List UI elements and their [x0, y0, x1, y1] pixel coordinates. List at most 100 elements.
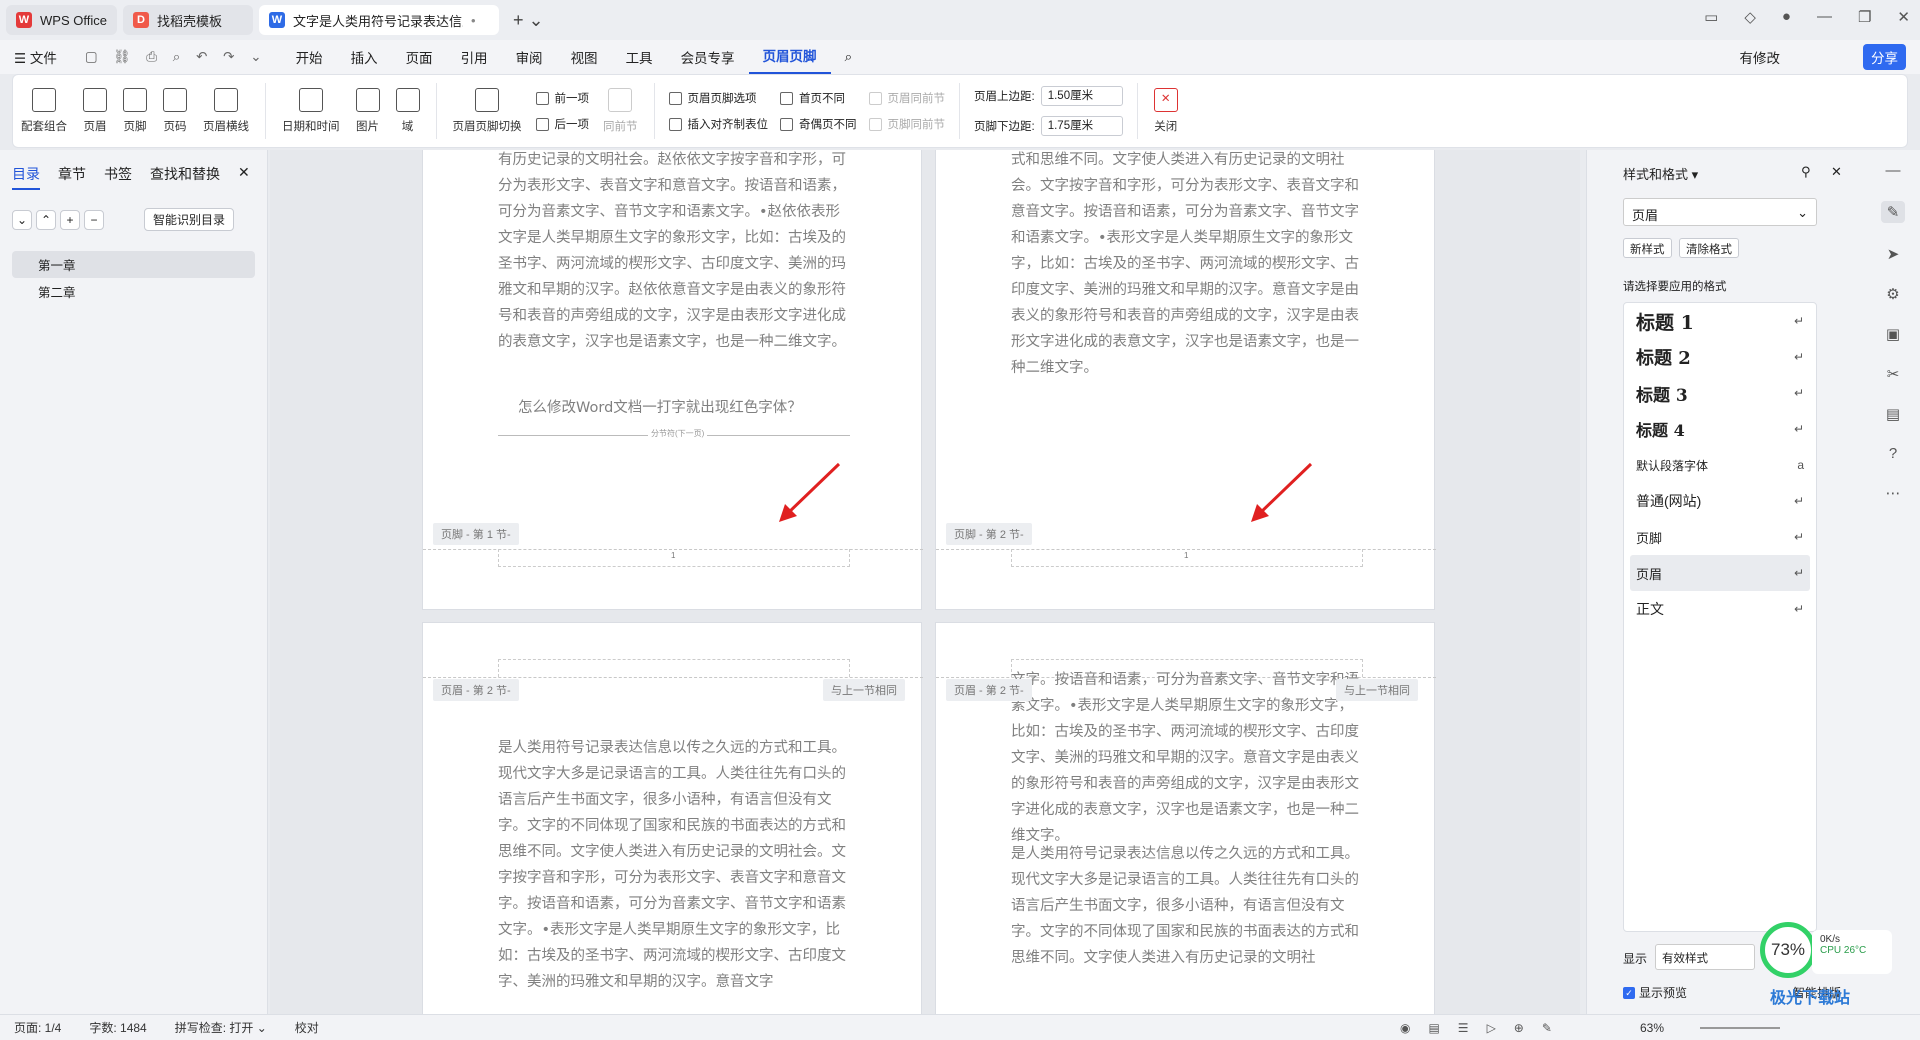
more-icon[interactable]: ⋯ [1886, 484, 1901, 502]
view-mode-icons[interactable]: ◉▤☰▷⊕✎ [1400, 1021, 1570, 1035]
minimize-pane-icon[interactable]: — [1886, 162, 1901, 179]
menu-review[interactable]: 审阅 [502, 47, 557, 67]
footer-button[interactable]: 页脚 [115, 88, 155, 134]
collapse-icon[interactable]: ⌃ [36, 209, 56, 230]
page4-body-2[interactable]: 是人类用符号记录表达信息以传之久远的方式和工具。现代文字大多是记录语言的工具。人… [1011, 841, 1363, 971]
page1-question[interactable]: 怎么修改Word文档一打字就出现红色字体？ [518, 395, 858, 421]
insert-tab-stop-button[interactable]: 插入对齐制表位 [668, 116, 768, 132]
tab-docer[interactable]: D 找稻壳模板 [122, 5, 253, 35]
odd-even-diff-checkbox[interactable]: 奇偶页不同 [780, 116, 857, 132]
picture-button[interactable]: 图片 [348, 88, 388, 134]
avatar[interactable]: ● [1782, 8, 1791, 26]
current-style-select[interactable]: 页眉 ⌄ [1623, 198, 1817, 226]
toc-item-chapter1[interactable]: 第一章 [12, 251, 255, 278]
prev-item-button[interactable]: 前一项 [535, 90, 589, 106]
header-line-button[interactable]: 页眉横线 [195, 88, 257, 134]
menu-tools[interactable]: 工具 [612, 47, 667, 67]
page-number-button[interactable]: 页码 [155, 88, 195, 134]
word-count[interactable]: 字数: 1484 [75, 1019, 160, 1036]
new-style-button[interactable]: 新样式 [1623, 238, 1672, 258]
close-icon[interactable]: ✕ [1897, 8, 1910, 26]
styles-pane-title[interactable]: 样式和格式 ▾ [1623, 164, 1698, 183]
footer-same-prev-checkbox[interactable]: 页脚同前节 [868, 116, 945, 132]
style-pen-icon[interactable]: ✎ [1880, 201, 1906, 223]
pin-icon[interactable]: ⚲ [1801, 164, 1811, 180]
add-icon[interactable]: + [60, 209, 80, 230]
restore-icon[interactable]: ❐ [1858, 8, 1871, 26]
style-header[interactable]: 页眉 ↵ [1630, 555, 1810, 591]
close-header-footer-button[interactable]: ✕ 关闭 [1146, 88, 1186, 134]
tab-chapters[interactable]: 章节 [58, 164, 86, 190]
toc-item-chapter2[interactable]: 第二章 [0, 278, 267, 305]
close-pane-icon[interactable]: ✕ [1831, 164, 1842, 180]
menu-reference[interactable]: 引用 [447, 47, 502, 67]
show-select[interactable]: 有效样式 [1655, 944, 1755, 970]
menu-start[interactable]: 开始 [282, 47, 337, 67]
header-footer-options-button[interactable]: 页眉页脚选项 [668, 90, 769, 106]
combo-button[interactable]: 配套组合 [13, 88, 75, 134]
top-margin-input[interactable]: 1.50厘米 [1040, 86, 1123, 106]
menu-page[interactable]: 页面 [392, 47, 447, 67]
page-indicator[interactable]: 页面: 1/4 [0, 1019, 75, 1036]
search-icon[interactable]: ⌕ [831, 49, 867, 65]
proofread[interactable]: 校对 [281, 1019, 333, 1036]
file-menu[interactable]: ☰ 文件 [0, 47, 71, 67]
page1-number[interactable]: 1 [671, 551, 675, 560]
page1-body[interactable]: 有历史记录的文明社会。赵依依文字按字音和字形，可分为表形文字、表音文字和意音文字… [498, 150, 850, 355]
close-pane-icon[interactable]: ✕ [238, 164, 250, 190]
page3-header-box[interactable] [498, 659, 850, 677]
tab-bookmarks[interactable]: 书签 [104, 164, 132, 190]
header-same-prev-checkbox[interactable]: 页眉同前节 [868, 90, 945, 106]
preview-checkbox[interactable]: ✓ 显示预览 [1623, 984, 1687, 1001]
field-button[interactable]: 域 [388, 88, 428, 134]
tools-icon[interactable]: ✂ [1887, 365, 1900, 383]
menu-insert[interactable]: 插入 [337, 47, 392, 67]
spell-check[interactable]: 拼写检查: 打开 ⌄ [161, 1019, 281, 1036]
header-footer-switch-button[interactable]: 页眉页脚切换 [445, 88, 530, 134]
style-heading-4[interactable]: 标题 4 ↵ [1624, 411, 1816, 447]
tab-document[interactable]: W文字是人类用符号记录表达信息以• [258, 5, 499, 35]
close-tab-icon[interactable]: • [471, 13, 476, 28]
page2-number[interactable]: 1 [1184, 551, 1188, 560]
menu-view[interactable]: 视图 [557, 47, 612, 67]
menu-header-footer[interactable]: 页眉页脚 [748, 40, 831, 74]
image-icon[interactable]: ▣ [1886, 325, 1900, 343]
page3-body[interactable]: 是人类用符号记录表达信息以传之久远的方式和工具。现代文字大多是记录语言的工具。人… [498, 735, 850, 995]
zoom-slider[interactable] [1700, 1027, 1780, 1029]
bottom-margin-input[interactable]: 1.75厘米 [1040, 116, 1123, 136]
tab-toc[interactable]: 目录 [12, 164, 40, 190]
menu-member[interactable]: 会员专享 [667, 47, 749, 67]
page2-body[interactable]: 式和思维不同。文字使人类进入有历史记录的文明社会。文字按字音和字形，可分为表形文… [1011, 150, 1363, 381]
minimize-icon[interactable]: — [1817, 8, 1832, 26]
share-button[interactable]: 分享 [1863, 44, 1906, 70]
clear-format-button[interactable]: 清除格式 [1679, 238, 1739, 258]
style-default-font[interactable]: 默认段落字体 a [1624, 447, 1816, 483]
select-icon[interactable]: ➤ [1887, 245, 1900, 263]
style-footer[interactable]: 页脚 ↵ [1624, 519, 1816, 555]
box-icon[interactable]: ◇ [1744, 8, 1756, 26]
expand-icon[interactable]: ⌄ [12, 209, 32, 230]
header-button[interactable]: 页眉 [75, 88, 115, 134]
style-heading-1[interactable]: 标题 1 ↵ [1624, 303, 1816, 339]
style-heading-3[interactable]: 标题 3 ↵ [1624, 375, 1816, 411]
book-icon[interactable]: ▤ [1886, 405, 1900, 423]
modified-indicator[interactable]: 有修改 [1740, 47, 1781, 67]
layout-icon[interactable]: ▭ [1704, 8, 1718, 26]
adjust-icon[interactable]: ⚙ [1886, 285, 1899, 303]
document-canvas[interactable]: 有历史记录的文明社会。赵依依文字按字音和字形，可分为表形文字、表音文字和意音文字… [270, 150, 1580, 1014]
style-body[interactable]: 正文 ↵ [1624, 591, 1816, 627]
style-normal-web[interactable]: 普通(网站) ↵ [1624, 483, 1816, 519]
help-icon[interactable]: ? [1889, 445, 1897, 462]
first-page-diff-checkbox[interactable]: 首页不同 [780, 90, 857, 106]
date-time-button[interactable]: 日期和时间 [274, 88, 348, 134]
smart-toc-button[interactable]: 智能识别目录 [144, 208, 235, 231]
performance-gauge[interactable]: 73% [1760, 922, 1816, 978]
next-item-button[interactable]: 后一项 [535, 116, 589, 132]
style-heading-2[interactable]: 标题 2 ↵ [1624, 339, 1816, 375]
zoom-level[interactable]: 63% [1640, 1021, 1664, 1035]
tab-wps-office[interactable]: W WPS Office [6, 5, 117, 35]
quick-access-icons[interactable]: ▢ ⛓ ⎙ ⌕ ↶ ↷ ⌄ [71, 49, 282, 65]
remove-icon[interactable]: − [84, 209, 104, 230]
page4-body[interactable]: 文字。按语音和语素，可分为音素文字、音节文字和语素文字。•表形文字是人类早期原生… [1011, 667, 1363, 849]
tab-find-replace[interactable]: 查找和替换 [150, 164, 220, 190]
